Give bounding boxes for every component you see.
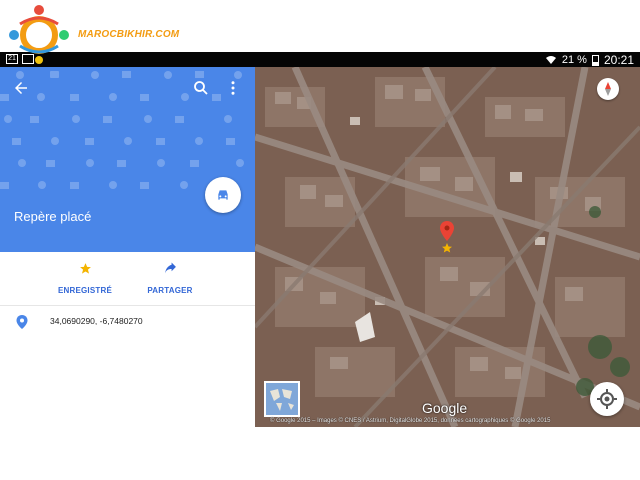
category-pattern xyxy=(0,71,244,189)
arrow-back-icon xyxy=(15,82,27,94)
search-icon xyxy=(194,81,208,95)
share-label: PARTAGER xyxy=(147,286,193,295)
my-location-button[interactable] xyxy=(590,382,624,416)
watermark-logo xyxy=(2,2,78,64)
place-panel: Repère placé ENREGISTRÉ PARTAGER 34,0690… xyxy=(0,67,255,427)
red-pin-icon[interactable] xyxy=(440,221,454,253)
coordinates-text: 34,0690290, -6,7480270 xyxy=(50,316,143,326)
world-minimap[interactable] xyxy=(264,381,300,417)
google-logo: Google xyxy=(422,400,468,416)
compass-icon xyxy=(605,82,611,96)
directions-button[interactable] xyxy=(205,177,241,213)
place-title: Repère placé xyxy=(14,209,92,224)
more-vert-icon xyxy=(231,81,235,95)
screen: MAROCBIKHIR.COM 21 21 % 20:21 Repère pla… xyxy=(0,0,640,480)
status-bar: 21 21 % 20:21 xyxy=(0,52,640,67)
map-attribution[interactable]: © Google 2015 – Images © CNES / Astrium,… xyxy=(270,418,640,424)
share-button[interactable]: PARTAGER xyxy=(130,262,210,295)
coordinates-row[interactable]: 34,0690290, -6,7480270 xyxy=(0,310,255,334)
place-header: Repère placé xyxy=(0,67,255,252)
back-button[interactable] xyxy=(12,79,30,97)
satellite-map[interactable]: Google © Google 2015 – Images © CNES / A… xyxy=(255,67,640,427)
clock: 20:21 xyxy=(603,53,634,67)
more-options-button[interactable] xyxy=(224,79,242,97)
car-icon xyxy=(218,190,228,200)
watermark-text: MAROCBIKHIR.COM xyxy=(78,29,180,40)
pin-icon xyxy=(16,315,28,329)
share-icon xyxy=(164,262,176,274)
wifi-icon xyxy=(545,56,556,64)
compass-button[interactable] xyxy=(597,78,619,100)
star-icon xyxy=(79,263,91,274)
battery-icon xyxy=(591,54,599,66)
my-location-icon xyxy=(597,389,617,409)
battery-percent: 21 % xyxy=(561,54,587,66)
search-button[interactable] xyxy=(192,79,210,97)
save-label: ENREGISTRÉ xyxy=(57,286,112,295)
action-bar: ENREGISTRÉ PARTAGER xyxy=(0,252,255,306)
save-button[interactable]: ENREGISTRÉ xyxy=(45,262,125,295)
